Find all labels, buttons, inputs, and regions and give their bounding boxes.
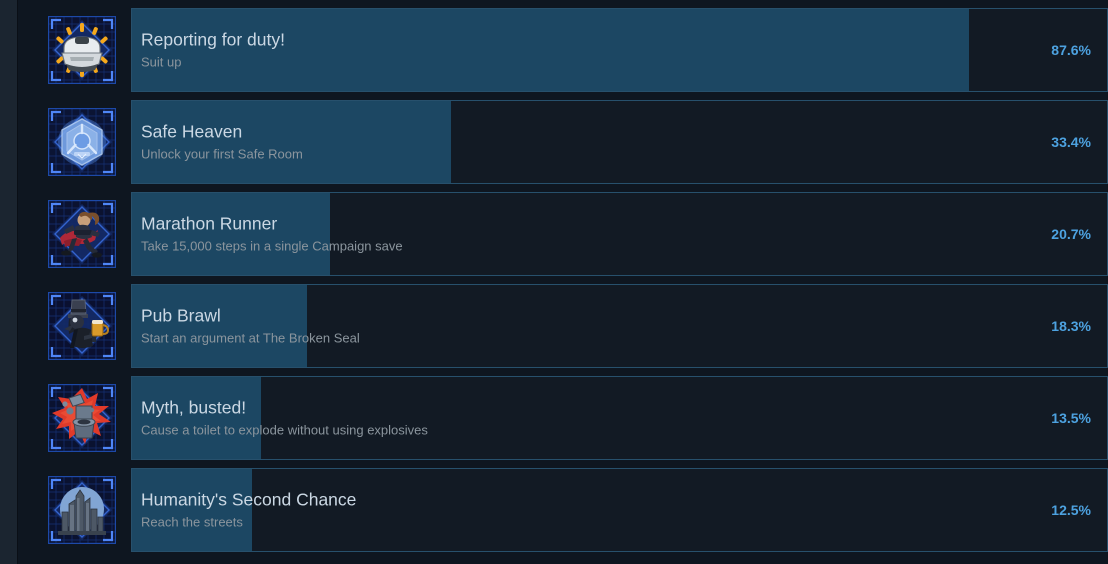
achievement-percent: 18.3% [1051, 318, 1091, 334]
achievement-description: Take 15,000 steps in a single Campaign s… [141, 238, 403, 254]
achievement-title: Reporting for duty! [141, 29, 285, 50]
achievement-text: Myth, busted! Cause a toilet to explode w… [141, 397, 977, 440]
achievement-percent: 87.6% [1051, 42, 1091, 58]
achievement-card[interactable]: Marathon Runner Take 15,000 steps in a si… [131, 192, 1108, 276]
achievement-percent: 20.7% [1051, 226, 1091, 242]
plague-doctor-with-beer-icon [48, 292, 116, 360]
city-skyline-moon-icon [48, 476, 116, 544]
achievement-card[interactable]: Humanity's Second Chance Reach the street… [131, 468, 1108, 552]
achievement-card[interactable]: Reporting for duty! Suit up 87.6% [131, 8, 1108, 92]
achievement-text: Marathon Runner Take 15,000 steps in a si… [141, 213, 977, 256]
achievement-card[interactable]: Pub Brawl Start an argument at The Broken… [131, 284, 1108, 368]
achievement-title: Marathon Runner [141, 213, 278, 234]
achievement-description: Start an argument at The Broken Seal [141, 330, 360, 346]
achievement-title: Myth, busted! [141, 397, 247, 418]
achievement-text: Reporting for duty! Suit up [141, 29, 977, 72]
achievement-row[interactable]: Pub Brawl Start an argument at The Broken… [18, 284, 1108, 368]
achievements-page: Reporting for duty! Suit up 87.6% Safe Hea… [0, 0, 1108, 564]
achievement-text: Safe Heaven Unlock your first Safe Room [141, 121, 977, 164]
achievement-row[interactable]: Humanity's Second Chance Reach the street… [18, 468, 1108, 552]
exploding-toilet-icon [48, 384, 116, 452]
achievement-row[interactable]: Safe Heaven Unlock your first Safe Room 33… [18, 100, 1108, 184]
achievement-text: Pub Brawl Start an argument at The Broken… [141, 305, 977, 348]
achievement-percent: 33.4% [1051, 134, 1091, 150]
achievement-title: Safe Heaven [141, 121, 243, 142]
achievement-description: Reach the streets [141, 514, 243, 530]
safe-room-hatch-icon [48, 108, 116, 176]
running-character-icon [48, 200, 116, 268]
achievement-description: Suit up [141, 54, 182, 70]
power-armor-helmet-icon [48, 16, 116, 84]
achievement-title: Humanity's Second Chance [141, 489, 357, 510]
achievement-list: Reporting for duty! Suit up 87.6% Safe Hea… [18, 0, 1108, 564]
achievement-row[interactable]: Reporting for duty! Suit up 87.6% [18, 8, 1108, 92]
achievement-description: Unlock your first Safe Room [141, 146, 303, 162]
achievement-percent: 13.5% [1051, 410, 1091, 426]
achievement-text: Humanity's Second Chance Reach the street… [141, 489, 977, 532]
achievement-card[interactable]: Myth, busted! Cause a toilet to explode w… [131, 376, 1108, 460]
achievement-title: Pub Brawl [141, 305, 221, 326]
achievement-row[interactable]: Marathon Runner Take 15,000 steps in a si… [18, 192, 1108, 276]
achievement-percent: 12.5% [1051, 502, 1091, 518]
achievement-description: Cause a toilet to explode without using … [141, 422, 428, 438]
achievement-card[interactable]: Safe Heaven Unlock your first Safe Room 33… [131, 100, 1108, 184]
left-gutter [0, 0, 18, 564]
achievement-row[interactable]: Myth, busted! Cause a toilet to explode w… [18, 376, 1108, 460]
